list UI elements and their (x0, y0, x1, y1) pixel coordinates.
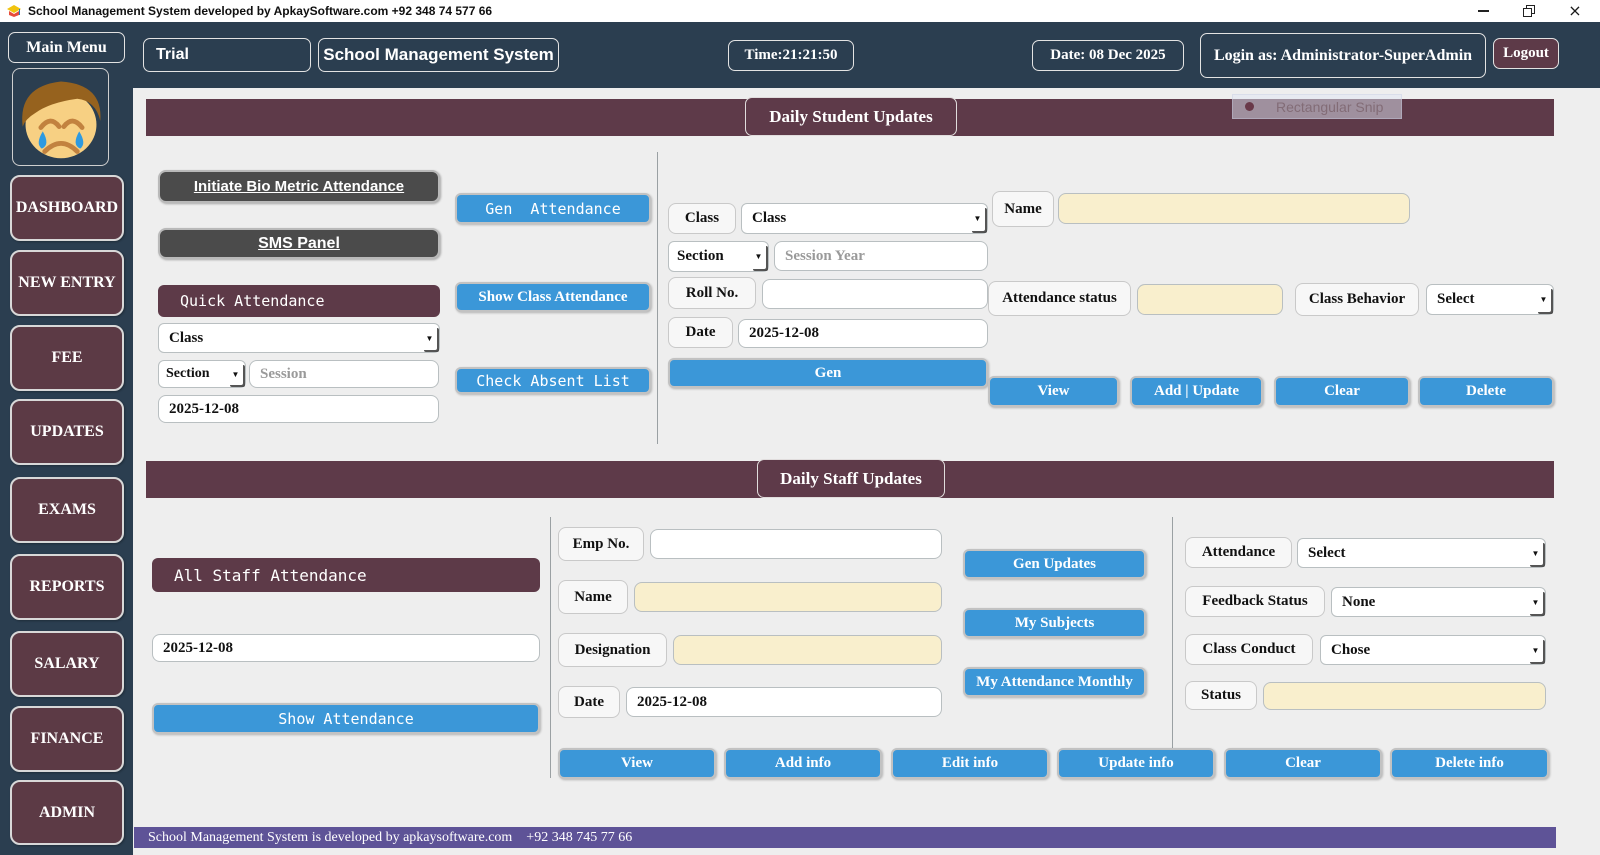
staff-add-info-button[interactable]: Add info (724, 748, 882, 779)
staff-name-label: Name (558, 580, 628, 614)
chevron-down-icon: ▼ (422, 326, 437, 350)
staff-delete-info-button[interactable]: Delete info (1390, 748, 1549, 779)
student-name-label: Name (992, 191, 1054, 227)
trial-badge: Trial (143, 38, 311, 72)
time-badge: Time:21:21:50 (728, 40, 854, 71)
chevron-down-icon: ▼ (1528, 541, 1543, 565)
designation-field[interactable] (673, 635, 942, 665)
quick-date-input[interactable] (158, 395, 439, 423)
quick-attendance-label: Quick Attendance (158, 285, 440, 317)
gen-updates-button[interactable]: Gen Updates (963, 549, 1146, 579)
staff-clear-button[interactable]: Clear (1224, 748, 1382, 779)
staff-date-filter-input[interactable] (152, 634, 540, 662)
os-title-bar: School Management System developed by Ap… (0, 0, 1600, 22)
app-window: School Management System developed by Ap… (0, 0, 1600, 855)
chevron-down-icon: ▼ (751, 244, 766, 269)
check-absent-list-button[interactable]: Check Absent List (455, 367, 651, 394)
logout-button[interactable]: Logout (1493, 38, 1559, 69)
student-section-select[interactable]: Section ▼ (668, 241, 769, 272)
chevron-down-icon: ▼ (1528, 590, 1543, 614)
show-class-attendance-button[interactable]: Show Class Attendance (455, 282, 651, 312)
snip-label: Rectangular Snip (1276, 98, 1384, 115)
sidebar-item-salary[interactable]: SALARY (10, 631, 124, 697)
close-icon[interactable]: × (1552, 0, 1598, 22)
footer-bar: School Management System is developed by… (134, 827, 1556, 848)
attendance-status-field[interactable] (1137, 284, 1283, 315)
sms-panel-button[interactable]: SMS Panel (158, 228, 440, 259)
student-class-select[interactable]: Class ▼ (741, 203, 988, 234)
feedback-status-select[interactable]: None ▼ (1331, 587, 1546, 617)
student-clear-button[interactable]: Clear (1274, 376, 1410, 407)
student-delete-button[interactable]: Delete (1418, 376, 1554, 407)
show-attendance-button[interactable]: Show Attendance (152, 703, 540, 734)
class-behavior-label: Class Behavior (1295, 283, 1419, 316)
sidebar-item-exams[interactable]: EXAMS (10, 477, 124, 543)
staff-section-title: Daily Staff Updates (757, 459, 945, 498)
student-add-update-button[interactable]: Add | Update (1130, 376, 1263, 407)
session-year-input[interactable] (774, 241, 988, 271)
class-behavior-select[interactable]: Select ▼ (1426, 284, 1554, 315)
quick-section-select[interactable]: Section ▼ (158, 360, 246, 388)
initiate-biometric-button[interactable]: Initiate Bio Metric Attendance (158, 170, 440, 203)
sidebar-item-admin[interactable]: ADMIN (10, 780, 124, 845)
emp-no-label: Emp No. (558, 527, 644, 561)
staff-view-button[interactable]: View (558, 748, 716, 779)
chevron-down-icon: ▼ (228, 363, 243, 385)
student-date-label: Date (668, 317, 733, 348)
staff-name-field[interactable] (634, 582, 942, 612)
chevron-down-icon: ▼ (1536, 287, 1551, 312)
staff-separator-right (1172, 517, 1173, 778)
roll-no-label: Roll No. (668, 277, 756, 309)
chevron-down-icon: ▼ (1528, 638, 1543, 662)
feedback-status-label: Feedback Status (1185, 586, 1325, 617)
crying-face-avatar (21, 81, 100, 159)
quick-class-select[interactable]: Class ▼ (158, 323, 440, 353)
gen-button[interactable]: Gen (668, 358, 988, 388)
staff-update-info-button[interactable]: Update info (1057, 748, 1215, 779)
chevron-down-icon: ▼ (970, 206, 985, 231)
staff-date-label: Date (558, 686, 620, 718)
student-section-title: Daily Student Updates (745, 97, 957, 136)
my-subjects-button[interactable]: My Subjects (963, 608, 1146, 638)
sidebar-item-finance[interactable]: FINANCE (10, 706, 124, 772)
class-conduct-label: Class Conduct (1185, 634, 1313, 665)
minimize-icon[interactable] (1460, 0, 1506, 22)
date-badge: Date: 08 Dec 2025 (1032, 40, 1184, 71)
class-conduct-select[interactable]: Chose ▼ (1320, 635, 1546, 665)
restore-icon[interactable] (1506, 0, 1552, 22)
student-class-label: Class (668, 203, 736, 234)
student-date-input[interactable] (738, 319, 988, 348)
main-menu-button[interactable]: Main Menu (8, 32, 125, 63)
roll-no-input[interactable] (762, 279, 988, 309)
app-icon (7, 5, 21, 17)
snip-dot-icon (1245, 102, 1254, 111)
sidebar-item-updates[interactable]: UPDATES (10, 399, 124, 465)
attendance-status-label: Attendance status (988, 281, 1131, 316)
status-field[interactable] (1263, 682, 1546, 710)
avatar (12, 68, 109, 166)
student-separator (657, 152, 658, 444)
staff-separator-left (550, 517, 551, 778)
student-view-button[interactable]: View (988, 376, 1119, 407)
staff-edit-info-button[interactable]: Edit info (891, 748, 1049, 779)
window-title: School Management System developed by Ap… (28, 4, 493, 18)
status-label: Status (1185, 681, 1257, 710)
designation-label: Designation (558, 633, 667, 667)
my-attendance-monthly-button[interactable]: My Attendance Monthly (963, 667, 1146, 697)
staff-attendance-label: Attendance (1185, 537, 1292, 568)
all-staff-attendance-label: All Staff Attendance (152, 558, 540, 592)
staff-date-input[interactable] (626, 687, 942, 717)
gen-attendance-button[interactable]: Gen Attendance (455, 193, 651, 224)
student-name-field[interactable] (1058, 193, 1410, 224)
quick-session-input[interactable] (249, 360, 439, 388)
sidebar-item-reports[interactable]: REPORTS (10, 554, 124, 620)
snip-tool-artifact: Rectangular Snip (1232, 94, 1402, 119)
sidebar-item-new-entry[interactable]: NEW ENTRY (10, 250, 124, 316)
app-name-badge: School Management System (318, 38, 559, 72)
login-as-badge: Login as: Administrator-SuperAdmin (1200, 33, 1486, 78)
sidebar-item-fee[interactable]: FEE (10, 325, 124, 391)
staff-attendance-select[interactable]: Select ▼ (1297, 538, 1546, 568)
sidebar-item-dashboard[interactable]: DASHBOARD (10, 175, 124, 241)
emp-no-input[interactable] (650, 529, 942, 559)
